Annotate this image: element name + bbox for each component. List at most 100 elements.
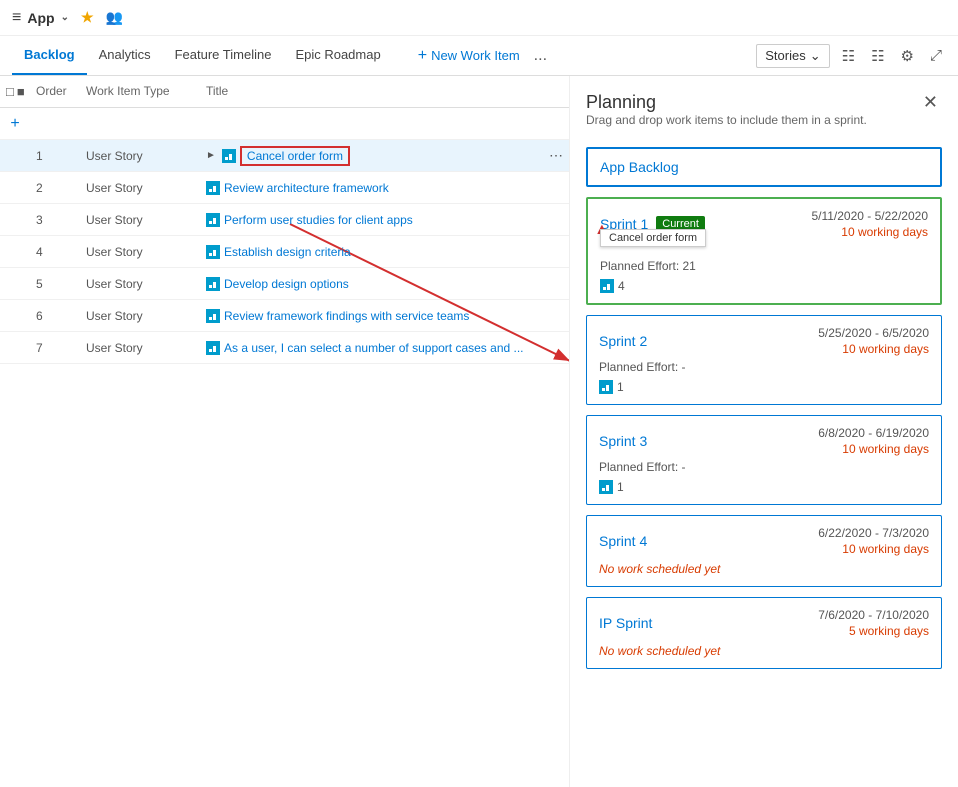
columns-icon[interactable]: ☷ xyxy=(838,45,859,67)
more-button[interactable]: ... xyxy=(528,47,553,65)
sprint-working-days: 10 working days xyxy=(818,342,929,356)
sprint-working-days: 10 working days xyxy=(818,542,929,556)
item-title-link[interactable]: Develop design options xyxy=(224,277,349,291)
table-row: 2 User Story Review architecture framewo… xyxy=(0,172,569,204)
row-type: User Story xyxy=(80,307,200,325)
sprint-effort: Planned Effort: 21 xyxy=(600,259,928,273)
tab-backlog[interactable]: Backlog xyxy=(12,36,87,75)
sprint-name: App Backlog xyxy=(600,159,679,175)
table-header: □ ■ Order Work Item Type Title xyxy=(0,76,569,108)
table-row: 1 User Story ► Cancel order form ⋯ xyxy=(0,140,569,172)
sprint-items: 1 xyxy=(599,380,929,394)
add-item-button[interactable]: + xyxy=(0,113,30,135)
table-row: 7 User Story As a user, I can select a n… xyxy=(0,332,569,364)
sprint-4-header: Sprint 4 6/22/2020 - 7/3/2020 10 working… xyxy=(599,526,929,556)
sprint-dates: 6/8/2020 - 6/19/2020 xyxy=(818,426,929,440)
app-backlog-header: App Backlog xyxy=(600,159,928,175)
order-header: Order xyxy=(30,80,80,103)
item-title-link[interactable]: Establish design criteria xyxy=(224,245,351,259)
sprint-name: IP Sprint xyxy=(599,615,652,631)
new-work-item-label: New Work Item xyxy=(431,48,520,63)
table-row: 4 User Story Establish design criteria ⋯ xyxy=(0,236,569,268)
story-count-icon xyxy=(599,380,613,394)
row-type: User Story xyxy=(80,179,200,197)
new-work-item-button[interactable]: + New Work Item xyxy=(410,47,528,65)
collapse-all-icon[interactable]: ■ xyxy=(17,84,25,99)
row-type: User Story xyxy=(80,275,200,293)
row-title-cell: Review architecture framework ⋯ xyxy=(200,177,569,198)
sprint-2-card[interactable]: Sprint 2 5/25/2020 - 6/5/2020 10 working… xyxy=(586,315,942,405)
type-header: Work Item Type xyxy=(80,80,200,103)
sprint-working-days: 10 working days xyxy=(818,442,929,456)
row-type: User Story xyxy=(80,243,200,261)
sprint-name: Sprint 4 xyxy=(599,533,647,549)
planning-close-button[interactable]: ✕ xyxy=(919,92,942,113)
story-type-icon xyxy=(206,213,220,227)
star-icon[interactable]: ★ xyxy=(81,9,94,26)
tab-feature-timeline[interactable]: Feature Timeline xyxy=(163,36,284,75)
app-backlog-card[interactable]: App Backlog xyxy=(586,147,942,187)
story-count-icon xyxy=(600,279,614,293)
top-bar: ≡ App ⌄ ★ 👥 xyxy=(0,0,958,36)
nav-right: Stories ⌄ ☷ ☷ ⚙ ⤢ xyxy=(756,44,946,68)
row-type: User Story xyxy=(80,339,200,357)
sprint-effort: Planned Effort: - xyxy=(599,360,929,374)
app-name-label: App xyxy=(27,10,54,26)
expand-icon[interactable]: ⤢ xyxy=(926,45,946,66)
sprint-2-header: Sprint 2 5/25/2020 - 6/5/2020 10 working… xyxy=(599,326,929,356)
row-title-cell: Perform user studies for client apps ⋯ xyxy=(200,209,569,230)
backlog-panel: □ ■ Order Work Item Type Title + 1 User … xyxy=(0,76,570,787)
sprint-count: 1 xyxy=(617,480,624,494)
story-type-icon xyxy=(206,341,220,355)
sprint-name: Sprint 2 xyxy=(599,333,647,349)
sprint-no-work-text: No work scheduled yet xyxy=(599,562,929,576)
sprint-effort: Planned Effort: - xyxy=(599,460,929,474)
add-row: + xyxy=(0,108,569,140)
app-chevron-icon[interactable]: ⌄ xyxy=(61,12,69,23)
sprint-4-card[interactable]: Sprint 4 6/22/2020 - 7/3/2020 10 working… xyxy=(586,515,942,587)
plus-icon: + xyxy=(418,47,427,65)
sprint-dates: 7/6/2020 - 7/10/2020 xyxy=(818,608,929,622)
planning-title: Planning Drag and drop work items to inc… xyxy=(586,92,867,143)
sprint-items: 1 xyxy=(599,480,929,494)
nav-tabs: Backlog Analytics Feature Timeline Epic … xyxy=(12,36,393,75)
header-icons: □ ■ xyxy=(0,80,30,103)
sprint-3-card[interactable]: Sprint 3 6/8/2020 - 6/19/2020 10 working… xyxy=(586,415,942,505)
planning-header: Planning Drag and drop work items to inc… xyxy=(586,92,942,143)
row-type: User Story xyxy=(80,211,200,229)
table-row: 3 User Story Perform user studies for cl… xyxy=(0,204,569,236)
sprint-no-work-text: No work scheduled yet xyxy=(599,644,929,658)
stories-dropdown[interactable]: Stories ⌄ xyxy=(756,44,829,68)
grid-icon: ≡ xyxy=(12,9,21,27)
row-number: 5 xyxy=(30,275,80,293)
story-type-icon xyxy=(222,149,236,163)
app-title: ≡ App ⌄ ★ 👥 xyxy=(12,9,123,27)
story-type-icon xyxy=(206,309,220,323)
row-number: 1 xyxy=(30,147,80,165)
row-title-cell: Review framework findings with service t… xyxy=(200,305,569,326)
sprint-dates: 5/11/2020 - 5/22/2020 xyxy=(811,209,928,223)
people-icon[interactable]: 👥 xyxy=(106,9,123,26)
main-content: □ ■ Order Work Item Type Title + 1 User … xyxy=(0,76,958,787)
sprint-working-days: 5 working days xyxy=(818,624,929,638)
row-more-button[interactable]: ⋯ xyxy=(549,147,563,164)
row-number: 6 xyxy=(30,307,80,325)
item-title-link[interactable]: As a user, I can select a number of supp… xyxy=(224,341,524,355)
tab-epic-roadmap[interactable]: Epic Roadmap xyxy=(283,36,392,75)
row-type: User Story xyxy=(80,147,200,165)
filter-icon[interactable]: ☷ xyxy=(867,45,888,67)
row-number: 7 xyxy=(30,339,80,357)
tab-analytics[interactable]: Analytics xyxy=(87,36,163,75)
ip-sprint-card[interactable]: IP Sprint 7/6/2020 - 7/10/2020 5 working… xyxy=(586,597,942,669)
item-title-link[interactable]: Perform user studies for client apps xyxy=(224,213,413,227)
item-title-link[interactable]: Review framework findings with service t… xyxy=(224,309,469,323)
item-title-link[interactable]: Review architecture framework xyxy=(224,181,389,195)
expand-all-icon[interactable]: □ xyxy=(6,84,14,99)
chevron-expand-icon[interactable]: ► xyxy=(206,150,216,161)
settings-icon[interactable]: ⚙ xyxy=(897,45,918,67)
sprint-1-card[interactable]: Sprint 1 Current 5/11/2020 - 5/22/2020 1… xyxy=(586,197,942,305)
table-row: 6 User Story Review framework findings w… xyxy=(0,300,569,332)
row-title-cell: Establish design criteria ⋯ xyxy=(200,241,569,262)
item-title-link[interactable]: Cancel order form xyxy=(247,149,343,163)
story-type-icon xyxy=(206,181,220,195)
